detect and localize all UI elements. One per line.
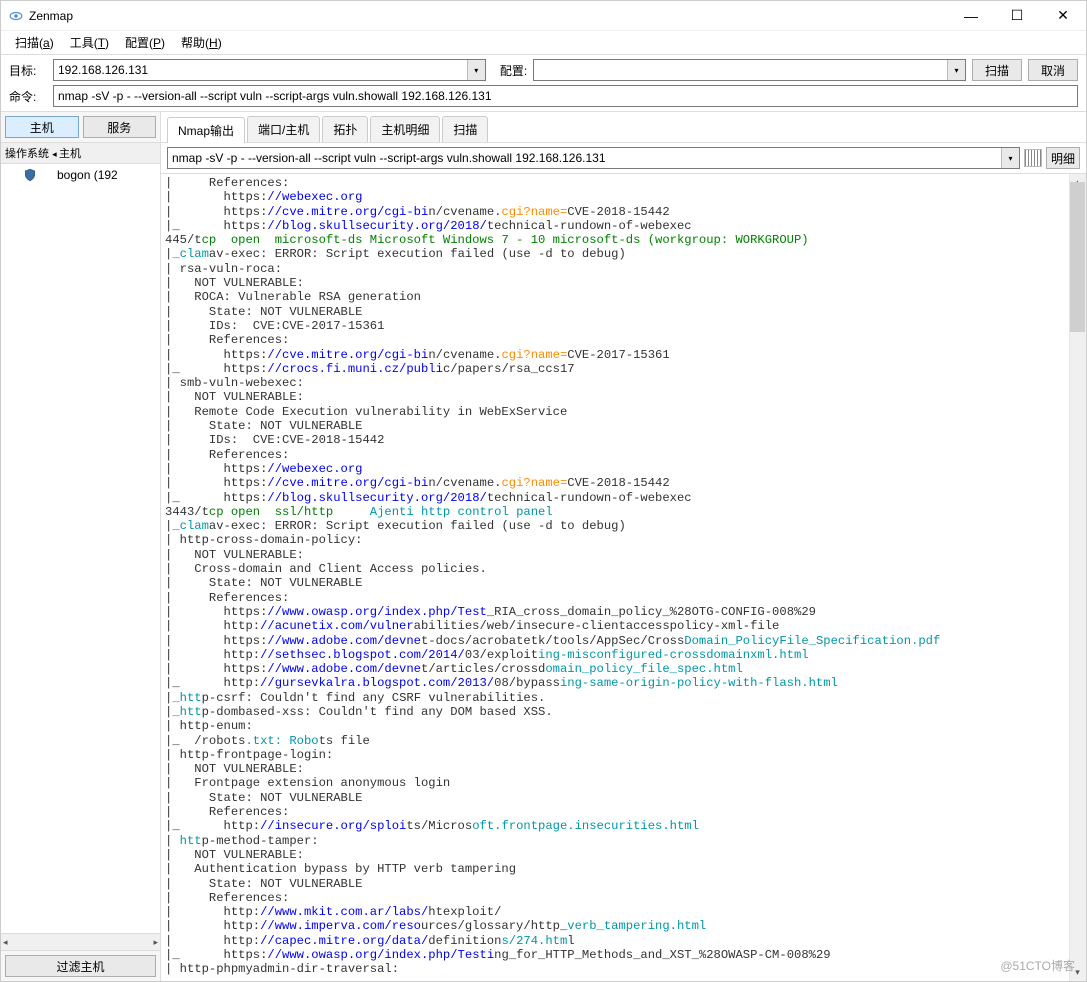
scroll-thumb[interactable] [1070,182,1085,332]
profile-combo[interactable]: ▾ [533,59,966,81]
zenmap-icon [9,9,23,23]
output-tab-0[interactable]: Nmap输出 [167,117,245,143]
scroll-left-icon[interactable]: ◂ [3,937,8,948]
output-area[interactable]: | References: | https://webexec.org | ht… [161,173,1086,981]
sort-arrow-icon: ◂ [52,149,57,159]
profile-dropdown-icon[interactable]: ▾ [947,60,965,80]
striped-icon[interactable] [1024,149,1042,167]
window-title: Zenmap [29,9,948,23]
cmd-filter-dropdown-icon[interactable]: ▾ [1001,148,1019,168]
hosts-tab-button[interactable]: 主机 [5,116,79,138]
os-shield-icon [23,168,37,182]
left-pane: 主机 服务 操作系统 ◂ 主机 bogon (192 ◂ ▸ 过滤主机 [1,112,161,981]
target-dropdown-icon[interactable]: ▾ [467,60,485,80]
output-tab-1[interactable]: 端口/主机 [247,116,320,142]
target-combo[interactable]: ▾ [53,59,486,81]
command-input[interactable] [53,85,1078,107]
left-scrollbar[interactable]: ◂ ▸ [1,933,160,950]
column-os[interactable]: 操作系统 ◂ [5,145,59,161]
services-tab-button[interactable]: 服务 [83,116,157,138]
host-list: bogon (192 [1,164,160,933]
detail-button[interactable]: 明细 [1046,147,1080,169]
target-label: 目标: [9,62,47,79]
cancel-button[interactable]: 取消 [1028,59,1078,81]
output-tab-2[interactable]: 拓扑 [322,116,368,142]
output-tab-3[interactable]: 主机明细 [370,116,440,142]
watermark: @51CTO博客 [1000,957,1075,974]
column-host[interactable]: 主机 [59,145,156,161]
menu-h[interactable]: 帮助(H) [173,32,230,53]
profile-input[interactable] [534,60,947,80]
menu-a[interactable]: 扫描(a) [7,32,62,53]
output-tab-4[interactable]: 扫描 [442,116,488,142]
output-tabs: Nmap输出端口/主机拓扑主机明细扫描 [161,112,1086,143]
menu-t[interactable]: 工具(T) [62,32,117,53]
nmap-output: | References: | https://webexec.org | ht… [161,174,1086,981]
minimize-button[interactable]: — [948,1,994,31]
menu-p[interactable]: 配置(P) [117,32,173,53]
scroll-right-icon[interactable]: ▸ [153,937,158,948]
filter-hosts-button[interactable]: 过滤主机 [5,955,156,977]
output-scrollbar[interactable]: ▴ ▾ [1069,174,1086,981]
cmd-filter-input[interactable] [168,148,1001,168]
host-name: bogon (192 [57,168,118,182]
scan-button[interactable]: 扫描 [972,59,1022,81]
maximize-button[interactable]: ☐ [994,1,1040,31]
close-button[interactable]: ✕ [1040,1,1086,31]
cmd-filter-combo[interactable]: ▾ [167,147,1020,169]
host-row[interactable]: bogon (192 [1,164,160,186]
command-label: 命令: [9,88,47,105]
titlebar: Zenmap — ☐ ✕ [1,1,1086,31]
profile-label: 配置: [500,62,527,79]
right-pane: Nmap输出端口/主机拓扑主机明细扫描 ▾ 明细 | References: |… [161,112,1086,981]
menubar: 扫描(a)工具(T)配置(P)帮助(H) [1,31,1086,55]
target-input[interactable] [54,60,467,80]
